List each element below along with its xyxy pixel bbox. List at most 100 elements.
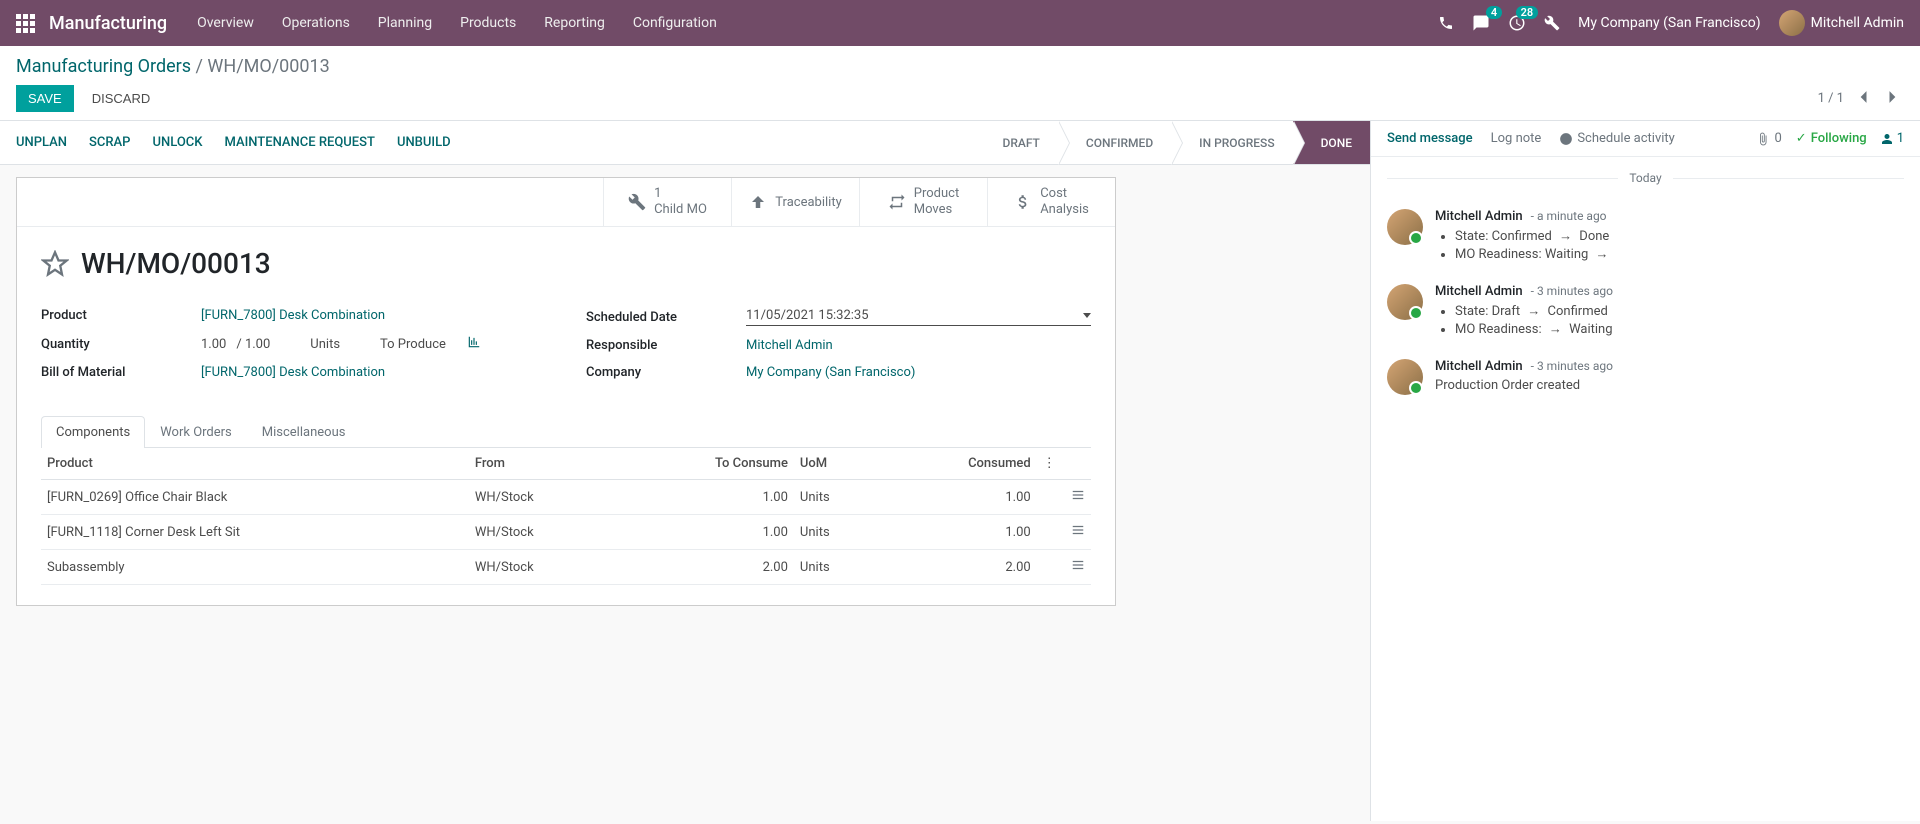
chatter-message: Mitchell Admin - a minute ago State: Conf… [1371,199,1920,274]
message-time: - 3 minutes ago [1531,284,1613,298]
chatter-message: Mitchell Admin- 3 minutes ago Production… [1371,349,1920,405]
cost-label-1: Cost [1040,186,1089,202]
field-product[interactable]: [FURN_7800] Desk Combination [201,308,546,323]
th-from[interactable]: From [469,448,617,480]
message-text: Production Order created [1435,378,1904,393]
user-avatar-icon [1779,10,1805,36]
followers-button[interactable]: 1 [1881,131,1904,146]
wrench-icon [628,193,646,211]
cell-uom: Units [794,550,881,585]
field-qty-of: / 1.00 [236,337,270,352]
product-moves-button[interactable]: ProductMoves [859,178,987,226]
attachments-button[interactable]: 0 [1756,131,1781,146]
systray: 4 28 My Company (San Francisco) Mitchell… [1438,10,1904,36]
message-avatar-icon [1387,359,1423,395]
pager-value[interactable]: 1 / 1 [1818,91,1844,106]
messaging-icon[interactable]: 4 [1472,14,1490,32]
details-icon[interactable] [1037,480,1091,515]
message-author[interactable]: Mitchell Admin [1435,284,1523,299]
apps-icon[interactable] [16,14,35,33]
th-consumed[interactable]: Consumed [881,448,1037,480]
save-button[interactable]: SAVE [16,85,74,112]
nav-planning[interactable]: Planning [378,15,432,31]
moves-label-1: Product [914,186,959,202]
cell-product: Subassembly [41,550,469,585]
message-author[interactable]: Mitchell Admin [1435,209,1523,224]
notebook-tabs: Components Work Orders Miscellaneous [41,416,1091,448]
label-scheduled: Scheduled Date [586,310,746,325]
cell-product: [FURN_1118] Corner Desk Left Sit [41,515,469,550]
nav-operations[interactable]: Operations [282,15,350,31]
status-in-progress[interactable]: IN PROGRESS [1171,121,1292,164]
send-message-button[interactable]: Send message [1387,131,1473,146]
moves-label-2: Moves [914,202,959,218]
discard-button[interactable]: DISCARD [80,85,163,112]
field-uom[interactable]: Units [310,337,340,352]
company-switcher[interactable]: My Company (San Francisco) [1578,15,1760,31]
control-panel: Manufacturing Orders / WH/MO/00013 SAVE … [0,46,1920,121]
pager-prev-icon[interactable] [1852,86,1874,112]
table-row[interactable]: [FURN_1118] Corner Desk Left Sit WH/Stoc… [41,515,1091,550]
messaging-badge: 4 [1486,6,1502,19]
details-icon[interactable] [1037,515,1091,550]
following-button[interactable]: ✓ Following [1796,131,1867,146]
unlock-button[interactable]: UNLOCK [152,135,202,150]
activities-icon[interactable]: 28 [1508,14,1526,32]
table-row[interactable]: Subassembly WH/Stock 2.00 Units 2.00 [41,550,1091,585]
exchange-icon [888,193,906,211]
th-uom[interactable]: UoM [794,448,881,480]
maintenance-request-button[interactable]: MAINTENANCE REQUEST [224,135,374,150]
message-author[interactable]: Mitchell Admin [1435,359,1523,374]
scrap-button[interactable]: SCRAP [89,135,130,150]
tab-miscellaneous[interactable]: Miscellaneous [247,416,361,448]
traceability-button[interactable]: Traceability [731,178,859,226]
forecast-chart-icon[interactable] [466,335,482,353]
column-options-icon[interactable]: ⋮ [1037,448,1091,480]
message-time: - a minute ago [1531,209,1607,223]
field-scheduled-date[interactable]: 11/05/2021 15:32:35 [746,308,1091,326]
status-confirmed[interactable]: CONFIRMED [1058,121,1171,164]
field-company[interactable]: My Company (San Francisco) [746,365,1091,380]
cost-analysis-button[interactable]: CostAnalysis [987,178,1115,226]
nav-configuration[interactable]: Configuration [633,15,717,31]
nav-overview[interactable]: Overview [197,15,254,31]
message-avatar-icon [1387,284,1423,320]
details-icon[interactable] [1037,550,1091,585]
cell-uom: Units [794,515,881,550]
th-product[interactable]: Product [41,448,469,480]
schedule-activity-button[interactable]: Schedule activity [1559,131,1675,146]
log-note-button[interactable]: Log note [1491,131,1542,146]
traceability-label: Traceability [775,195,841,210]
nav-products[interactable]: Products [460,15,516,31]
th-to-consume[interactable]: To Consume [617,448,794,480]
field-bom[interactable]: [FURN_7800] Desk Combination [201,365,546,380]
user-menu[interactable]: Mitchell Admin [1779,10,1904,36]
tab-components[interactable]: Components [41,416,145,448]
table-row[interactable]: [FURN_0269] Office Chair Black WH/Stock … [41,480,1091,515]
label-quantity: Quantity [41,337,201,352]
phone-icon[interactable] [1438,15,1454,31]
field-responsible[interactable]: Mitchell Admin [746,338,1091,353]
pager-next-icon[interactable] [1882,86,1904,112]
app-brand[interactable]: Manufacturing [49,13,167,34]
nav-reporting[interactable]: Reporting [544,15,605,31]
components-table: Product From To Consume UoM Consumed ⋮ [… [41,448,1091,585]
child-mo-button[interactable]: 1Child MO [603,178,731,226]
tracking-line: State: Confirmed → Done [1455,228,1904,244]
debug-icon[interactable] [1544,15,1560,31]
tab-work-orders[interactable]: Work Orders [145,416,247,448]
message-avatar-icon [1387,209,1423,245]
priority-star-icon[interactable] [41,250,69,278]
field-qty[interactable]: 1.00 [201,337,226,352]
chatter: Send message Log note Schedule activity … [1370,121,1920,821]
unbuild-button[interactable]: UNBUILD [397,135,451,150]
label-company: Company [586,365,746,380]
label-responsible: Responsible [586,338,746,353]
arrow-up-icon [749,193,767,211]
cell-to-consume: 1.00 [617,480,794,515]
top-nav: Manufacturing Overview Operations Planni… [0,0,1920,46]
breadcrumb-root[interactable]: Manufacturing Orders [16,56,191,77]
chatter-message: Mitchell Admin- 3 minutes ago State: Dra… [1371,274,1920,349]
unplan-button[interactable]: UNPLAN [16,135,67,150]
status-draft[interactable]: DRAFT [974,121,1057,164]
